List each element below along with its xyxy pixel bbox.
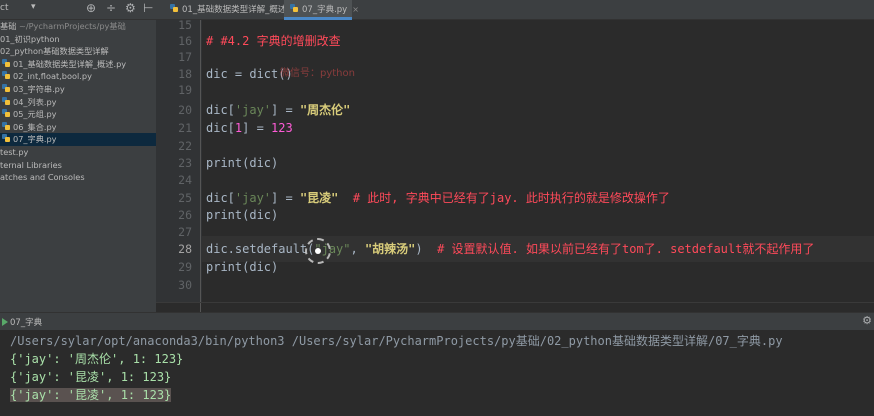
project-panel: ct ▾ ⊕ ÷ ⚙ ⊢ 基础 ~/PycharmProjects/py基础 0… <box>0 0 156 312</box>
python-file-icon <box>2 96 11 106</box>
tree-item-file[interactable]: 06_集合.py <box>0 121 156 134</box>
code-string: "周杰伦" <box>299 103 351 117</box>
run-tool-window-header: 07_字典 ⚙ <box>0 312 874 330</box>
tree-item-file-selected[interactable]: 07_字典.py <box>0 133 156 146</box>
project-toolbar: ct ▾ ⊕ ÷ ⚙ ⊢ <box>0 0 156 20</box>
tab-label: 01_基础数据类型详解_概述.py <box>182 5 300 15</box>
hide-panel-icon[interactable]: ⊢ <box>143 1 153 15</box>
console-output-line: {'jay': '昆凌', 1: 123} <box>10 386 172 404</box>
tree-item-label: 02_int,float,bool.py <box>13 71 92 82</box>
code-token: ] = <box>242 121 272 135</box>
close-icon[interactable]: × <box>352 5 359 14</box>
tree-item-label: ternal Libraries <box>0 159 62 170</box>
code-line-16: # #4.2 字典的增删改查 <box>206 34 341 48</box>
tree-item-label: test.py <box>0 146 29 157</box>
console-output-line: {'jay': '昆凌', 1: 123} <box>10 370 172 384</box>
tree-item-folder[interactable]: 02_python基础数据类型详解 <box>0 45 156 58</box>
tree-item-external-libraries[interactable]: ternal Libraries <box>0 159 156 172</box>
code-line-28: dic.setdefault("jay", "胡辣汤") # 设置默认值. 如果… <box>206 236 814 262</box>
code-line-21: dic[1] = 123 <box>206 115 293 141</box>
python-file-icon <box>2 109 11 118</box>
code-token: , <box>350 242 365 256</box>
tree-item-file[interactable]: 01_基础数据类型详解_概述.py <box>0 58 156 71</box>
code-token: ) <box>415 242 423 256</box>
tree-item-label: atches and Consoles <box>0 172 85 183</box>
tree-item-file[interactable]: 03_字符串.py <box>0 83 156 96</box>
python-file-icon <box>2 83 11 93</box>
python-file-icon <box>2 134 11 143</box>
tree-item-label: 02_python基础数据类型详解 <box>0 46 109 57</box>
tree-item-scratches[interactable]: atches and Consoles <box>0 171 156 184</box>
gutter-separator <box>200 20 201 302</box>
code-comment: # 此时, 字典中已经有了jay. 此时执行的就是修改操作了 <box>338 191 670 205</box>
mouse-cursor-dot <box>315 248 321 254</box>
editor-bottom-strip <box>156 302 874 313</box>
gear-icon[interactable]: ⚙ <box>125 1 136 15</box>
collapse-icon[interactable]: ÷ <box>106 1 116 15</box>
code-line-26: print(dic) <box>206 208 279 222</box>
tree-item-label: 04_列表.py <box>13 96 57 107</box>
tree-item-label: 06_集合.py <box>13 121 57 132</box>
gear-icon[interactable]: ⚙ <box>862 314 872 327</box>
tree-item-path: ~/PycharmProjects/py基础 <box>16 21 126 31</box>
code-number: 123 <box>271 121 293 135</box>
code-token: dic = <box>206 67 250 81</box>
tree-item-file[interactable]: 05_元组.py <box>0 108 156 121</box>
code-string: "昆凌" <box>299 191 339 205</box>
tree-item-label: 01_基础数据类型详解_概述.py <box>13 58 127 69</box>
line-number-gutter: 15 16 17 18 19 20 21 22 23 24 25 26 27 2… <box>156 20 202 312</box>
code-comment: # 设置默认值. 如果以前已经有了tom了. setdefault就不起作用了 <box>422 242 815 256</box>
chevron-down-icon[interactable]: ▾ <box>31 2 36 12</box>
tree-item-root[interactable]: 基础 ~/PycharmProjects/py基础 <box>0 20 156 33</box>
run-config-name[interactable]: 07_字典 <box>10 316 42 328</box>
python-file-icon <box>2 58 11 68</box>
run-console[interactable]: /Users/sylar/opt/anaconda3/bin/python3 /… <box>0 330 874 416</box>
tab-overview-file[interactable]: 01_基础数据类型详解_概述.py× <box>164 0 311 20</box>
run-icon <box>2 318 8 326</box>
editor-tab-bar: 01_基础数据类型详解_概述.py× 07_字典.py × <box>156 0 874 20</box>
console-selection: {'jay': '昆凌', 1: 123} <box>10 388 172 402</box>
project-title[interactable]: ct <box>0 3 8 13</box>
tree-item-label: 07_字典.py <box>13 134 57 145</box>
code-string: "胡辣汤" <box>364 242 416 256</box>
tree-item-file[interactable]: 04_列表.py <box>0 96 156 109</box>
console-command-line: /Users/sylar/opt/anaconda3/bin/python3 /… <box>10 334 783 348</box>
tab-dict-file[interactable]: 07_字典.py × <box>284 0 359 20</box>
tree-item-label: 05_元组.py <box>13 109 57 120</box>
python-file-icon <box>2 71 11 80</box>
python-file-icon <box>290 4 299 13</box>
line-number: 30 <box>178 278 192 292</box>
tree-item-folder[interactable]: 01_初识python <box>0 33 156 46</box>
locate-icon[interactable]: ⊕ <box>86 1 96 15</box>
watermark-text: 微信号：python <box>280 68 355 79</box>
tree-item-label: 基础 <box>0 21 17 31</box>
code-token: dic[ <box>206 121 235 135</box>
python-file-icon <box>2 121 11 131</box>
tab-label: 07_字典.py <box>302 5 348 15</box>
code-line-29: print(dic) <box>206 260 279 274</box>
tree-item-file[interactable]: 02_int,float,bool.py <box>0 70 156 83</box>
python-file-icon <box>170 4 179 13</box>
project-tree: 基础 ~/PycharmProjects/py基础 01_初识python 02… <box>0 20 156 184</box>
tree-item-file[interactable]: test.py <box>0 146 156 159</box>
tree-item-label: 01_初识python <box>0 33 60 44</box>
console-output-line: {'jay': '周杰伦', 1: 123} <box>10 352 184 366</box>
tree-item-label: 03_字符串.py <box>13 83 65 94</box>
code-line-23: print(dic) <box>206 156 279 170</box>
